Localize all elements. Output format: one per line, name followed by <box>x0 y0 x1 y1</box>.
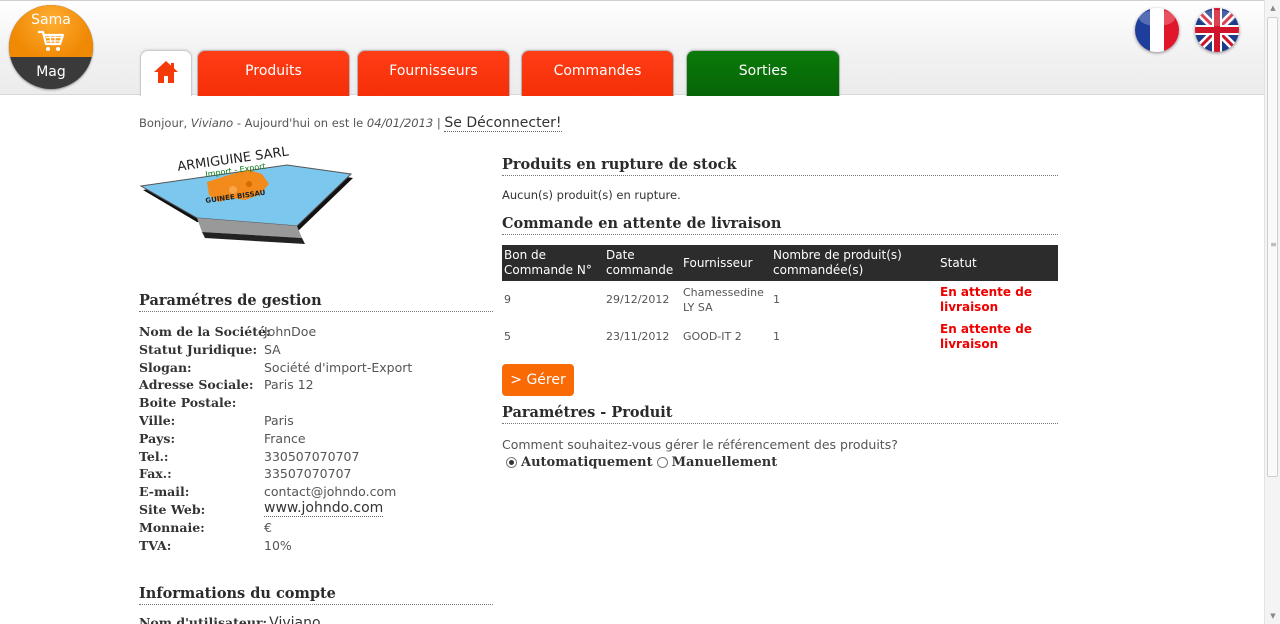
settings-label: Statut Juridique: <box>139 341 258 357</box>
cell-fournisseur: GOOD-IT 2 <box>683 330 742 343</box>
settings-value: France <box>264 430 306 446</box>
cell-bon: 5 <box>504 330 511 343</box>
greeting-hello: Bonjour, <box>139 116 188 130</box>
col-statut: Statut <box>938 245 1058 281</box>
referencing-question: Comment souhaitez-vous gérer le référenc… <box>502 437 898 452</box>
stock-title: Produits en rupture de stock <box>502 156 1058 176</box>
settings-value: JohnDoe <box>264 324 317 339</box>
tab-commandes-label: Commandes <box>553 62 642 79</box>
settings-label: Tel.: <box>139 448 169 464</box>
settings-value: 33507070707 <box>264 466 352 482</box>
logo-text-bottom: Mag <box>36 64 66 80</box>
scroll-up-arrow-icon[interactable]: ▲ <box>1265 0 1280 16</box>
company-logo: ARMIGUINE SARL Import - Export GUINEE BI… <box>139 144 353 244</box>
settings-label: Pays: <box>139 430 176 446</box>
vertical-scrollbar[interactable]: ▲ ≡ ▼ <box>1264 0 1280 624</box>
greeting-date-prefix: - Aujourd'hui on est le <box>236 116 364 130</box>
settings-value: 10% <box>264 537 292 553</box>
home-icon <box>154 60 178 83</box>
tab-sorties-label: Sorties <box>738 62 788 79</box>
scrollbar-thumb[interactable]: ≡ <box>1267 17 1278 477</box>
username-label: Nom d'utilisateur: <box>139 615 268 624</box>
settings-label: Adresse Sociale: <box>139 377 254 393</box>
cell-nombre: 1 <box>773 330 780 343</box>
tab-home[interactable] <box>140 50 192 96</box>
cell-date: 29/12/2012 <box>606 293 670 306</box>
france-flag-icon[interactable] <box>1135 8 1179 52</box>
stock-message: Aucun(s) produit(s) en rupture. <box>502 188 681 202</box>
scroll-down-arrow-icon[interactable]: ▼ <box>1265 608 1280 624</box>
logout-link[interactable]: Se Déconnecter! <box>444 115 562 132</box>
greeting-bar: Bonjour, Viviano - Aujourd'hui on est le… <box>139 115 562 132</box>
settings-title: Paramétres de gestion <box>139 292 493 312</box>
greeting-user: Viviano <box>190 116 234 130</box>
tab-fournisseurs[interactable]: Fournisseurs <box>357 50 510 96</box>
cell-fournisseur: Chamessedine LY SA <box>683 285 764 314</box>
radio-automatique[interactable] <box>506 457 517 468</box>
col-bon: Bon de Commande N° <box>502 245 604 281</box>
cell-bon: 9 <box>504 293 511 306</box>
orders-title: Commande en attente de livraison <box>502 215 1058 235</box>
account-title: Informations du compte <box>139 585 493 605</box>
samamag-logo[interactable]: Sama Mag <box>9 5 93 89</box>
table-row[interactable]: 9 29/12/2012 Chamessedine LY SA 1 En att… <box>502 281 1058 318</box>
settings-label: Fax.: <box>139 466 172 482</box>
settings-label: Slogan: <box>139 359 192 375</box>
shopping-cart-icon <box>38 30 65 51</box>
col-date: Date commande <box>604 245 681 281</box>
orders-table: Bon de Commande N° Date commande Fournis… <box>502 245 1058 355</box>
settings-label: Nom de la Société: <box>139 324 271 339</box>
tab-commandes[interactable]: Commandes <box>521 50 674 96</box>
cell-nombre: 1 <box>773 293 780 306</box>
uk-flag-icon[interactable] <box>1195 8 1239 52</box>
logo-text-top: Sama <box>31 12 71 28</box>
radio-manuel[interactable] <box>656 457 668 468</box>
settings-label: TVA: <box>139 537 172 553</box>
settings-label: Ville: <box>139 412 176 428</box>
settings-value: Paris 12 <box>264 377 314 393</box>
referencing-options: Automatiquement Manuellement <box>506 455 777 470</box>
settings-value: 330507070707 <box>264 448 360 464</box>
radio-automatique-label[interactable]: Automatiquement <box>521 455 653 470</box>
greeting-separator: | <box>436 116 441 130</box>
settings-value: contact@johndo.com <box>264 484 397 500</box>
col-nombre: Nombre de produit(s) commandée(s) <box>771 245 938 281</box>
manage-orders-button[interactable]: > Gérer <box>502 364 574 396</box>
status-badge: En attente de livraison <box>940 321 1032 351</box>
settings-value: SA <box>264 341 281 357</box>
tab-produits-label: Produits <box>245 62 302 79</box>
username-value: Viviano <box>269 615 321 624</box>
website-link[interactable]: www.johndo.com <box>264 500 384 517</box>
settings-label: Boite Postale: <box>139 395 237 411</box>
username-row: Nom d'utilisateur: Viviano <box>139 615 321 624</box>
col-fournisseur: Fournisseur <box>681 245 771 281</box>
greeting-date: 04/01/2013 <box>366 116 434 130</box>
product-settings-title: Paramétres - Produit <box>502 404 1058 424</box>
tab-sorties[interactable]: Sorties <box>686 50 840 96</box>
orders-header-row: Bon de Commande N° Date commande Fournis… <box>502 245 1058 281</box>
radio-manuel-label[interactable]: Manuellement <box>672 455 778 470</box>
settings-value: Société d'import-Export <box>264 359 413 375</box>
settings-label: Site Web: <box>139 501 206 517</box>
settings-value: Paris <box>264 412 294 428</box>
settings-label: Monnaie: <box>139 519 205 535</box>
tab-produits[interactable]: Produits <box>197 50 350 96</box>
table-row[interactable]: 5 23/11/2012 GOOD-IT 2 1 En attente de l… <box>502 318 1058 355</box>
tab-fournisseurs-label: Fournisseurs <box>389 62 478 79</box>
settings-value: € <box>264 519 272 535</box>
top-header: Sama Mag Produits Fournisseurs Commandes… <box>0 0 1264 96</box>
cell-date: 23/11/2012 <box>606 330 670 343</box>
settings-label: E-mail: <box>139 484 190 500</box>
status-badge: En attente de livraison <box>940 284 1032 314</box>
